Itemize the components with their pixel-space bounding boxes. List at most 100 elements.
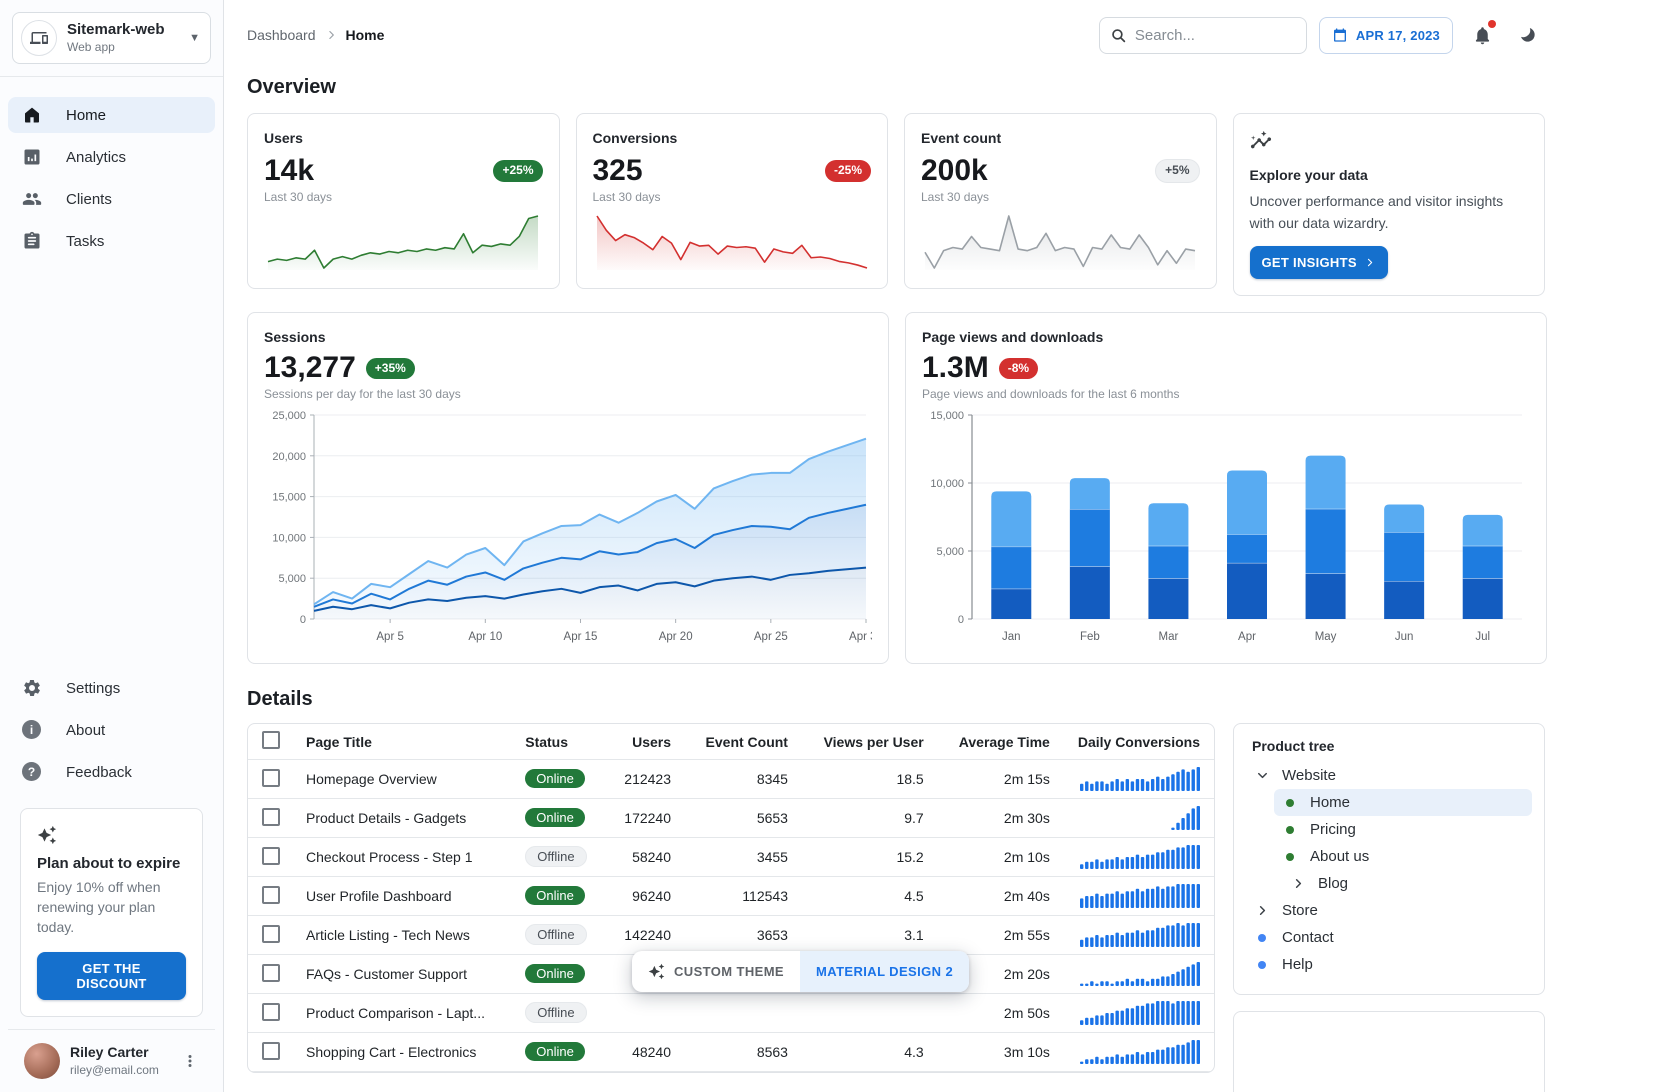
row-checkbox[interactable] bbox=[262, 1042, 280, 1060]
status-badge: Online bbox=[525, 964, 585, 983]
dark-mode-toggle[interactable] bbox=[1511, 18, 1545, 52]
plan-expire-card: Plan about to expire Enjoy 10% off when … bbox=[20, 808, 203, 1017]
user-meta: Riley Carter riley@email.com bbox=[70, 1044, 171, 1077]
sidebar-item-label: Tasks bbox=[66, 233, 104, 250]
date-picker-button[interactable]: APR 17, 2023 bbox=[1319, 17, 1453, 54]
stat-delta-chip: +5% bbox=[1155, 159, 1199, 182]
sidebar-item-about[interactable]: i About bbox=[8, 712, 215, 748]
chevron-right-icon bbox=[1254, 903, 1270, 918]
table-row[interactable]: Shopping Cart - Electronics Online 48240… bbox=[248, 1033, 1214, 1072]
cell-views: 18.5 bbox=[802, 760, 938, 799]
sidebar-item-tasks[interactable]: Tasks bbox=[8, 223, 215, 259]
svg-text:25,000: 25,000 bbox=[272, 410, 306, 422]
select-all-checkbox[interactable] bbox=[262, 731, 280, 749]
insights-icon bbox=[1250, 130, 1272, 152]
stat-cards-row: Users 14k +25% Last 30 days Conversions bbox=[247, 113, 1545, 296]
row-checkbox[interactable] bbox=[262, 769, 280, 787]
sidebar-item-label: Settings bbox=[66, 680, 120, 697]
explore-body: Uncover performance and visitor insights… bbox=[1250, 191, 1529, 234]
cell-page-title: Checkout Process - Step 1 bbox=[292, 838, 511, 877]
next-card-stub bbox=[1233, 1011, 1545, 1092]
svg-text:May: May bbox=[1315, 631, 1337, 643]
table-row[interactable]: Article Listing - Tech News Offline 1422… bbox=[248, 916, 1214, 955]
table-row[interactable]: Homepage Overview Online 212423 8345 18.… bbox=[248, 760, 1214, 799]
row-checkbox[interactable] bbox=[262, 808, 280, 826]
tree-item-home[interactable]: Home bbox=[1274, 789, 1532, 816]
stat-value: 200k bbox=[921, 154, 988, 188]
user-row: Riley Carter riley@email.com bbox=[8, 1029, 215, 1092]
tree-item-about-us[interactable]: About us bbox=[1274, 843, 1532, 870]
more-vert-icon[interactable] bbox=[181, 1052, 199, 1070]
user-email: riley@email.com bbox=[70, 1063, 171, 1077]
table-row[interactable]: Product Comparison - Lapt... Offline 2m … bbox=[248, 994, 1214, 1033]
theme-switcher: CUSTOM THEME MATERIAL DESIGN 2 bbox=[632, 951, 969, 992]
tree-label: Store bbox=[1282, 902, 1318, 919]
svg-text:Feb: Feb bbox=[1080, 631, 1100, 643]
cell-page-title: Article Listing - Tech News bbox=[292, 916, 511, 955]
sidebar-item-feedback[interactable]: ? Feedback bbox=[8, 754, 215, 790]
chevron-right-icon bbox=[324, 28, 338, 42]
tree-label: Pricing bbox=[1310, 821, 1356, 838]
get-discount-button[interactable]: GET THE DISCOUNT bbox=[37, 952, 186, 1000]
custom-theme-label: CUSTOM THEME bbox=[674, 964, 784, 979]
sidebar-item-settings[interactable]: Settings bbox=[8, 670, 215, 706]
table-row[interactable]: User Profile Dashboard Online 96240 1125… bbox=[248, 877, 1214, 916]
dot-icon bbox=[1282, 826, 1298, 834]
cell-views: 15.2 bbox=[802, 838, 938, 877]
row-checkbox[interactable] bbox=[262, 886, 280, 904]
row-checkbox[interactable] bbox=[262, 1003, 280, 1021]
plan-body: Enjoy 10% off when renewing your plan to… bbox=[37, 878, 186, 938]
svg-text:Jun: Jun bbox=[1395, 631, 1414, 643]
breadcrumb-home: Home bbox=[346, 27, 385, 43]
dot-icon bbox=[1282, 799, 1298, 807]
cell-event-count: 8345 bbox=[685, 760, 802, 799]
cell-page-title: Shopping Cart - Electronics bbox=[292, 1033, 511, 1072]
tree-item-website[interactable]: Website bbox=[1246, 762, 1532, 789]
tree-item-contact[interactable]: Contact bbox=[1246, 924, 1532, 951]
cell-avg-time: 2m 55s bbox=[938, 916, 1064, 955]
row-checkbox[interactable] bbox=[262, 964, 280, 982]
svg-text:Apr 20: Apr 20 bbox=[659, 631, 693, 643]
row-checkbox[interactable] bbox=[262, 925, 280, 943]
stat-delta-chip: -25% bbox=[825, 160, 871, 181]
cell-avg-time: 2m 40s bbox=[938, 877, 1064, 916]
sidebar-item-analytics[interactable]: Analytics bbox=[8, 139, 215, 175]
people-icon bbox=[22, 189, 42, 209]
product-tree-card: Product tree Website Home bbox=[1233, 723, 1545, 995]
col-status: Status bbox=[511, 724, 606, 760]
sidebar-item-clients[interactable]: Clients bbox=[8, 181, 215, 217]
tree-item-help[interactable]: Help bbox=[1246, 951, 1532, 978]
custom-theme-button[interactable]: CUSTOM THEME bbox=[632, 951, 800, 992]
notifications-button[interactable] bbox=[1465, 18, 1499, 52]
breadcrumb-dashboard[interactable]: Dashboard bbox=[247, 27, 316, 43]
table-row[interactable]: Product Details - Gadgets Online 172240 … bbox=[248, 799, 1214, 838]
status-badge: Online bbox=[525, 886, 585, 905]
sidebar-item-home[interactable]: Home bbox=[8, 97, 215, 133]
avatar bbox=[24, 1043, 60, 1079]
date-label: APR 17, 2023 bbox=[1356, 28, 1440, 43]
cell-users: 172240 bbox=[606, 799, 685, 838]
tree-item-store[interactable]: Store bbox=[1246, 897, 1532, 924]
cell-event-count: 3653 bbox=[685, 916, 802, 955]
cell-event-count bbox=[685, 994, 802, 1033]
details-heading: Details bbox=[247, 688, 1545, 711]
notification-badge bbox=[1488, 20, 1496, 28]
cell-avg-time: 3m 10s bbox=[938, 1033, 1064, 1072]
col-users: Users bbox=[606, 724, 685, 760]
tree-item-pricing[interactable]: Pricing bbox=[1274, 816, 1532, 843]
cell-avg-time: 2m 50s bbox=[938, 994, 1064, 1033]
daily-conversions-sparkline bbox=[1078, 806, 1200, 830]
search-input[interactable] bbox=[1135, 27, 1296, 44]
tree-item-blog[interactable]: Blog bbox=[1282, 870, 1532, 897]
row-checkbox[interactable] bbox=[262, 847, 280, 865]
table-row[interactable]: Checkout Process - Step 1 Offline 58240 … bbox=[248, 838, 1214, 877]
material-design-2-label: MATERIAL DESIGN 2 bbox=[816, 964, 953, 979]
cell-users: 142240 bbox=[606, 916, 685, 955]
tree-label: Help bbox=[1282, 956, 1313, 973]
get-insights-button[interactable]: GET INSIGHTS bbox=[1250, 246, 1388, 279]
devices-icon bbox=[21, 20, 57, 56]
svg-text:Apr 15: Apr 15 bbox=[564, 631, 598, 643]
workspace-select[interactable]: Sitemark-web Web app ▼ bbox=[12, 12, 211, 64]
material-design-2-button[interactable]: MATERIAL DESIGN 2 bbox=[800, 951, 969, 992]
sidebar: Sitemark-web Web app ▼ Home Analytics bbox=[0, 0, 224, 1092]
